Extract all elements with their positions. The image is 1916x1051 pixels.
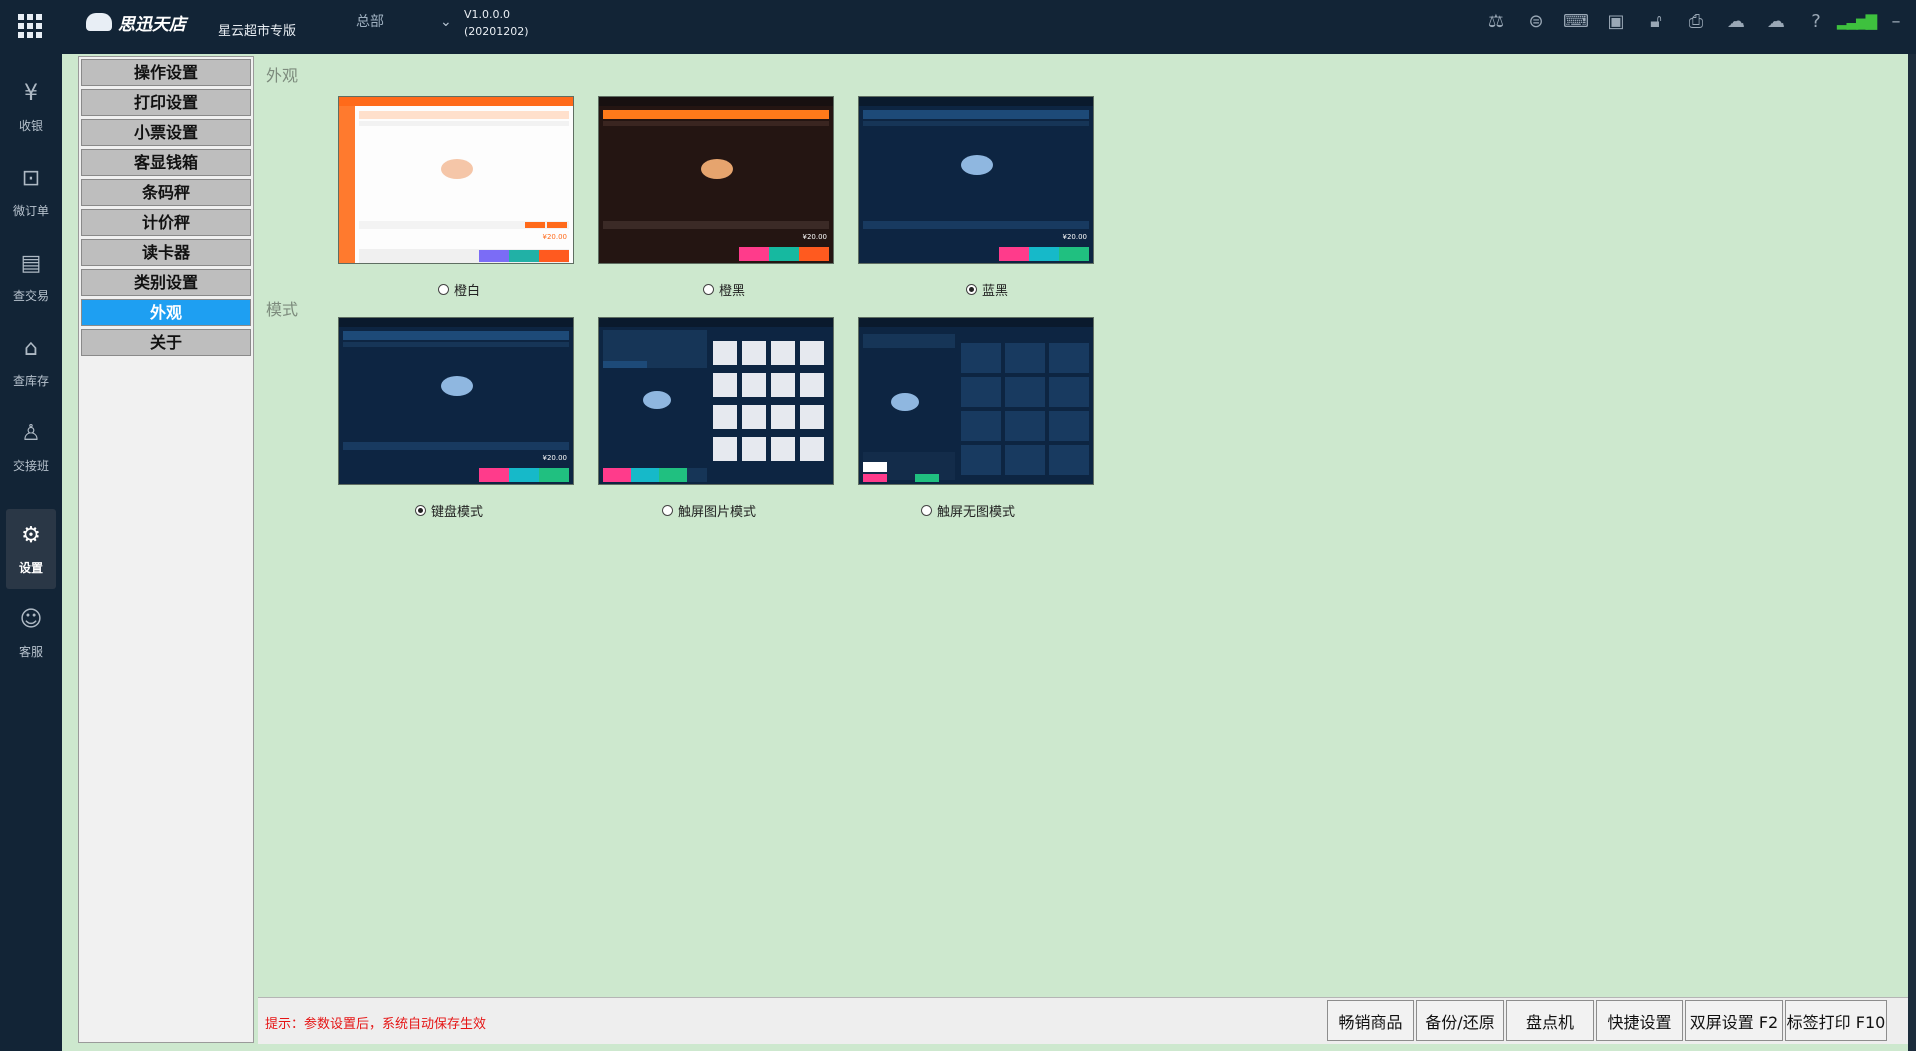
theme-orange-white-option[interactable]: 橙白 (438, 280, 480, 299)
sidebar-item-label: 收银 (18, 118, 43, 133)
sidebar-item-label: 设置 (18, 560, 43, 575)
menu-category-settings[interactable]: 类别设置 (81, 269, 251, 296)
menu-customer-display[interactable]: 客显钱箱 (81, 149, 251, 176)
menu-print-settings[interactable]: 打印设置 (81, 89, 251, 116)
branch-select[interactable]: 总部 (356, 11, 384, 31)
minimize-icon[interactable]: – (1876, 0, 1916, 42)
sidebar-item-label: 查库存 (12, 373, 49, 388)
stock-icon: ⌂ (24, 335, 38, 361)
sidebar-item-service[interactable]: ☺ 客服 (6, 594, 56, 672)
theme-orange-black-label: 橙黑 (719, 284, 746, 299)
mode-keyboard-option[interactable]: 键盘模式 (415, 501, 483, 520)
mode-keyboard-preview[interactable]: ¥20.00 (339, 318, 573, 484)
theme-orange-black-radio[interactable] (703, 284, 714, 295)
sidebar-item-shift[interactable]: ♙ 交接班 (6, 408, 56, 486)
sidebar-item-transactions[interactable]: ▤ 查交易 (6, 238, 56, 316)
basket-logo-icon (86, 13, 112, 31)
mode-touch-image-radio[interactable] (662, 505, 673, 516)
sidebar-item-label: 客服 (18, 644, 43, 659)
sidebar-item-micro-order[interactable]: ⊡ 微订单 (6, 153, 56, 231)
quick-settings-button[interactable]: 快捷设置 (1596, 1000, 1683, 1041)
inventory-device-button[interactable]: 盘点机 (1506, 1000, 1594, 1041)
sidebar-item-checkout[interactable]: ¥ 收银 (6, 68, 56, 146)
dual-screen-button[interactable]: 双屏设置 F2 (1685, 1000, 1783, 1041)
theme-orange-white-preview[interactable]: ¥20.00 (339, 97, 573, 263)
cloud-down-icon[interactable]: ☁ (1716, 0, 1756, 42)
theme-blue-black-label: 蓝黑 (982, 284, 1009, 299)
version-number: V1.0.0.0 (464, 8, 511, 21)
menu-barcode-scale[interactable]: 条码秤 (81, 179, 251, 206)
logo-text: 思迅天店 (118, 14, 186, 35)
mode-touch-image-preview[interactable] (599, 318, 833, 484)
sidebar-item-label: 查交易 (12, 288, 49, 303)
mode-touch-image-label: 触屏图片模式 (678, 505, 757, 520)
scale-icon[interactable]: ⚖ (1476, 0, 1516, 42)
menu-card-reader[interactable]: 读卡器 (81, 239, 251, 266)
keyboard-icon[interactable]: ⌨ (1556, 0, 1596, 42)
mode-touch-noimage-radio[interactable] (921, 505, 932, 516)
sidebar-item-settings[interactable]: ⚙ 设置 (6, 509, 56, 589)
list-icon: ▤ (20, 250, 42, 276)
logo: 思迅天店 (86, 9, 186, 35)
mode-touch-noimage-label: 触屏无图模式 (937, 505, 1016, 520)
link-icon[interactable]: ⊜ (1516, 0, 1556, 42)
order-icon: ⊡ (21, 165, 41, 191)
drawer-icon[interactable]: ▣ (1596, 0, 1636, 42)
header-toolbar: ⚖ ⊜ ⌨ ▣ 🔓︎ ⎙ ☁ ☁ ? ▂▃▅▇ – (1476, 0, 1916, 42)
menu-operation-settings[interactable]: 操作设置 (81, 59, 251, 86)
backup-restore-button[interactable]: 备份/还原 (1416, 1000, 1504, 1041)
service-icon: ☺ (19, 606, 43, 632)
sidebar-item-label: 微订单 (12, 203, 49, 218)
theme-orange-black-preview[interactable]: ¥20.00 (599, 97, 833, 263)
menu-receipt-settings[interactable]: 小票设置 (81, 119, 251, 146)
help-icon[interactable]: ? (1796, 0, 1836, 42)
mode-keyboard-radio[interactable] (415, 505, 426, 516)
yuan-icon: ¥ (24, 80, 38, 106)
apps-grid-icon[interactable] (18, 14, 42, 38)
bottom-bar: 提示：参数设置后，系统自动保存生效 畅销商品 备份/还原 盘点机 快捷设置 双屏… (258, 997, 1911, 1044)
theme-preview-price: ¥20.00 (1063, 233, 1088, 241)
theme-blue-black-preview[interactable]: ¥20.00 (859, 97, 1093, 263)
print-icon[interactable]: ⎙ (1676, 0, 1716, 42)
label-print-button[interactable]: 标签打印 F10 (1785, 1000, 1887, 1041)
mode-touch-noimage-option[interactable]: 触屏无图模式 (921, 501, 1015, 520)
theme-orange-white-radio[interactable] (438, 284, 449, 295)
shift-icon: ♙ (21, 420, 41, 446)
theme-orange-black-option[interactable]: 橙黑 (703, 280, 745, 299)
settings-menu: 操作设置 打印设置 小票设置 客显钱箱 条码秤 计价秤 读卡器 类别设置 外观 … (78, 56, 254, 1043)
version-info: V1.0.0.0 (20201202) (464, 6, 529, 40)
theme-preview-price: ¥20.00 (543, 233, 568, 241)
mode-preview-price: ¥20.00 (543, 454, 568, 462)
mode-section-label: 模式 (266, 300, 299, 319)
menu-about[interactable]: 关于 (81, 329, 251, 356)
window-edge (1908, 54, 1916, 1051)
menu-appearance[interactable]: 外观 (81, 299, 251, 326)
theme-orange-white-label: 橙白 (454, 284, 481, 299)
top-bar: 思迅天店 星云超市专版 总部 ⌄ V1.0.0.0 (20201202) ⚖ ⊜… (0, 0, 1916, 54)
cloud-up-icon[interactable]: ☁ (1756, 0, 1796, 42)
store-edition: 星云超市专版 (218, 24, 297, 39)
gear-icon: ⚙ (21, 522, 41, 548)
save-tip: 提示：参数设置后，系统自动保存生效 (265, 1017, 487, 1032)
lock-icon[interactable]: 🔓︎ (1636, 0, 1676, 42)
theme-blue-black-radio[interactable] (966, 284, 977, 295)
sidebar: ¥ 收银 ⊡ 微订单 ▤ 查交易 ⌂ 查库存 ♙ 交接班 ⚙ 设置 ☺ 客服 (0, 54, 62, 1051)
sidebar-item-stock[interactable]: ⌂ 查库存 (6, 323, 56, 401)
mode-touch-image-option[interactable]: 触屏图片模式 (662, 501, 756, 520)
chevron-down-icon[interactable]: ⌄ (440, 14, 452, 30)
mode-keyboard-label: 键盘模式 (431, 505, 484, 520)
signal-icon: ▂▃▅▇ (1836, 12, 1877, 30)
theme-blue-black-option[interactable]: 蓝黑 (966, 280, 1008, 299)
sidebar-item-label: 交接班 (12, 458, 49, 473)
menu-pricing-scale[interactable]: 计价秤 (81, 209, 251, 236)
mode-touch-noimage-preview[interactable] (859, 318, 1093, 484)
version-build: (20201202) (464, 25, 529, 38)
theme-preview-price: ¥20.00 (803, 233, 828, 241)
appearance-section-label: 外观 (266, 66, 299, 85)
best-sellers-button[interactable]: 畅销商品 (1327, 1000, 1414, 1041)
